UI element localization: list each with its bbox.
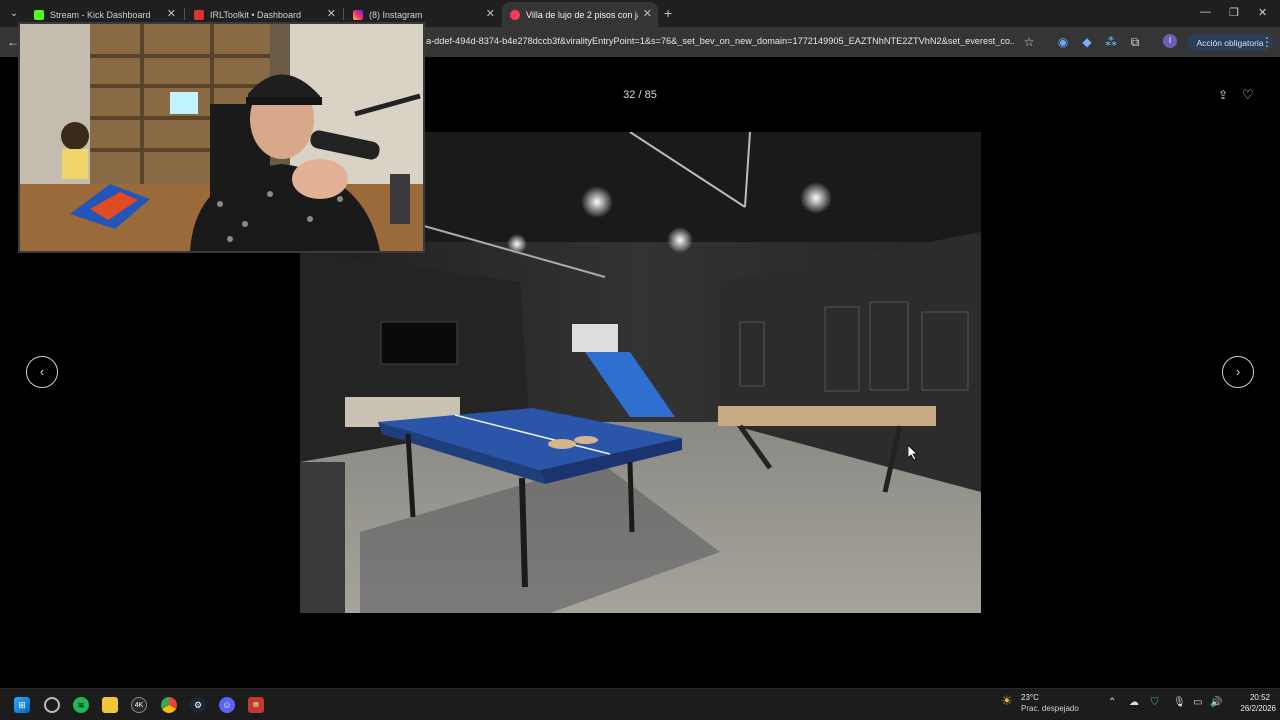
chevron-right-icon: › (1235, 364, 1241, 379)
microphone-icon[interactable]: 🎙 (1173, 697, 1186, 708)
profile-avatar[interactable]: I (1163, 34, 1177, 48)
spotify-icon[interactable]: ≋ (73, 697, 89, 713)
restore-window-icon[interactable]: ❐ (1229, 6, 1239, 19)
photo-counter: 32 / 85 (623, 89, 657, 101)
tray-overflow-chevron-icon[interactable]: ⌃ (1108, 697, 1116, 708)
obs-studio-icon[interactable] (44, 697, 60, 713)
tab-title: IRLToolkit • Dashboard (210, 9, 302, 20)
tab-divider (343, 8, 344, 20)
new-tab-plus-icon[interactable]: + (664, 5, 672, 21)
extension-audio-icon[interactable]: ◉ (1056, 35, 1070, 49)
save-heart-icon[interactable]: ♡ (1242, 87, 1254, 103)
next-photo-button[interactable]: › (1222, 356, 1254, 388)
close-tab-icon[interactable]: ✕ (486, 7, 495, 20)
address-bar-url[interactable]: a-ddef-494d-8374-b4e278dccb3f&viralityEn… (426, 36, 1014, 46)
discord-icon[interactable]: ☺ (219, 697, 235, 713)
windows-taskbar: ⊞ ≋ 4K ⚙ ☺ ▤ (0, 688, 1280, 720)
streaming-app-icon[interactable]: ▤ (248, 697, 264, 713)
close-tab-icon[interactable]: ✕ (643, 7, 652, 20)
volume-speaker-icon[interactable]: 🔊 (1210, 697, 1222, 708)
irltoolkit-favicon-icon (194, 9, 204, 20)
share-icon[interactable]: ⇪ (1218, 88, 1228, 102)
browser-menu-kebab-icon[interactable]: ⋮ (1260, 35, 1274, 49)
steam-icon[interactable]: ⚙ (190, 697, 206, 713)
windows-start-icon[interactable]: ⊞ (14, 697, 30, 713)
minimize-window-icon[interactable]: — (1200, 6, 1211, 18)
file-explorer-icon[interactable] (102, 697, 118, 713)
weather-icon[interactable]: ☀ (1001, 693, 1013, 709)
tab-title: (8) Instagram (369, 9, 423, 20)
close-tab-icon[interactable]: ✕ (167, 7, 176, 20)
mouse-cursor-icon (908, 445, 918, 461)
extension-shield-icon[interactable]: ◆ (1080, 35, 1094, 49)
previous-photo-button[interactable]: ‹ (26, 356, 58, 388)
close-tab-icon[interactable]: ✕ (327, 7, 336, 20)
kick-favicon-icon (34, 9, 44, 20)
chrome-icon[interactable] (161, 697, 177, 713)
streamer-webcam-overlay (18, 22, 425, 253)
taskbar-clock-date[interactable]: 26/2/2026 (1228, 704, 1276, 713)
onedrive-cloud-icon[interactable]: ☁ (1129, 697, 1139, 708)
bookmark-star-icon[interactable]: ☆ (1022, 35, 1036, 49)
tab-search-chevron-icon[interactable]: ⌄ (6, 6, 22, 22)
tab-title: Villa de lujo de 2 pisos con jacu (526, 9, 638, 20)
airbnb-favicon-icon (510, 9, 520, 20)
weather-description[interactable]: Prac. despejado (1021, 704, 1079, 713)
tab-airbnb-villa[interactable]: Villa de lujo de 2 pisos con jacu ✕ (502, 2, 658, 27)
tab-title: Stream - Kick Dashboard (50, 9, 151, 20)
network-icon[interactable]: ▭ (1193, 697, 1202, 708)
instagram-favicon-icon (353, 9, 363, 20)
extension-translate-icon[interactable]: ⁂ (1104, 35, 1118, 49)
chevron-left-icon: ‹ (39, 364, 45, 379)
taskbar-clock-time[interactable]: 20:52 (1244, 693, 1276, 702)
webcam-feed-illustration (20, 24, 423, 251)
weather-temperature[interactable]: 23°C (1021, 693, 1039, 702)
extensions-puzzle-icon[interactable]: ⧉ (1128, 35, 1142, 50)
tab-divider (184, 8, 185, 20)
security-shield-icon[interactable]: ⛉ (1151, 697, 1159, 708)
close-window-icon[interactable]: ✕ (1258, 6, 1267, 19)
4k-downloader-icon[interactable]: 4K (131, 697, 147, 713)
